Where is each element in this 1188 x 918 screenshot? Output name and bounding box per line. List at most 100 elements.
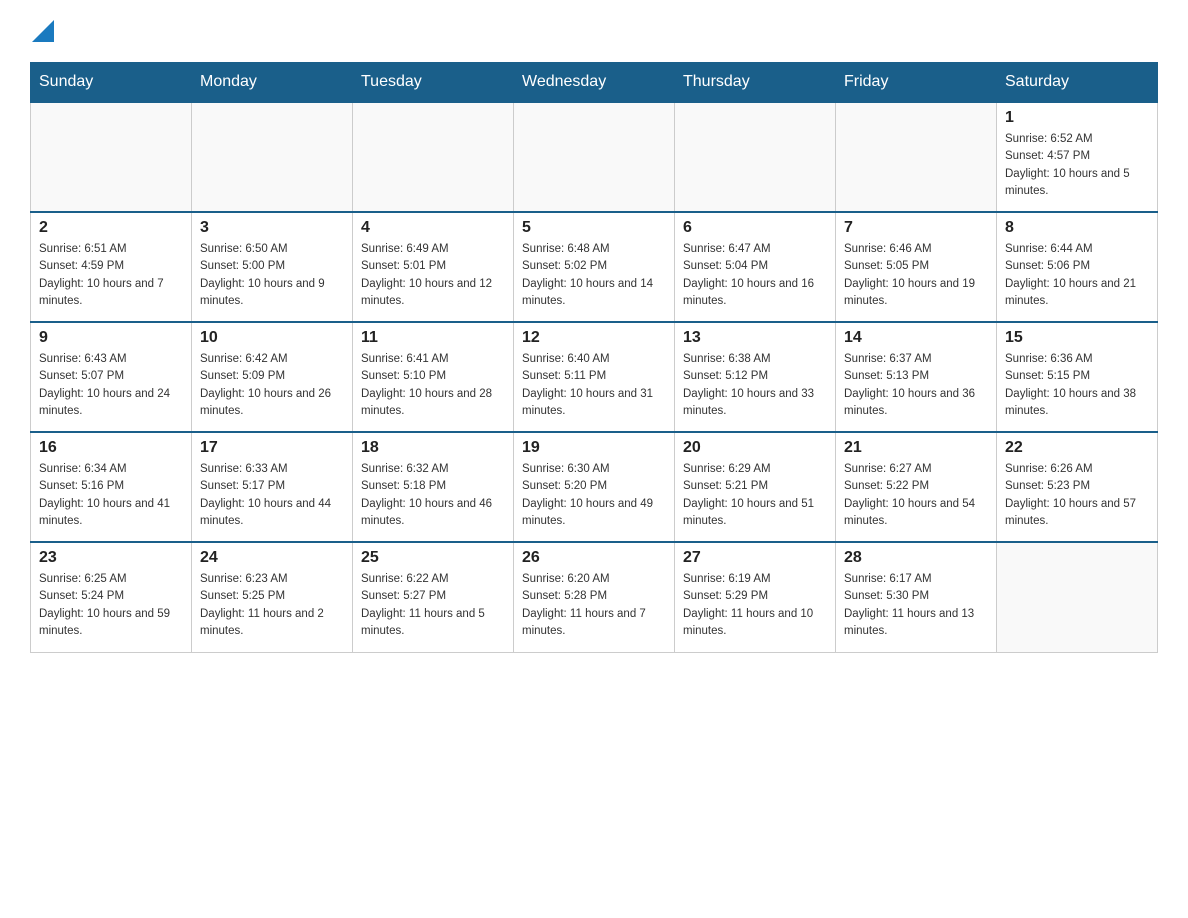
- day-number: 27: [683, 549, 827, 567]
- weekday-header-wednesday: Wednesday: [514, 63, 675, 103]
- day-info: Sunrise: 6:23 AMSunset: 5:25 PMDaylight:…: [200, 571, 344, 640]
- day-info: Sunrise: 6:22 AMSunset: 5:27 PMDaylight:…: [361, 571, 505, 640]
- calendar-cell: 2 Sunrise: 6:51 AMSunset: 4:59 PMDaylight…: [31, 212, 192, 322]
- day-number: 14: [844, 329, 988, 347]
- calendar-cell: 23 Sunrise: 6:25 AMSunset: 5:24 PMDayligh…: [31, 542, 192, 652]
- day-info: Sunrise: 6:33 AMSunset: 5:17 PMDaylight:…: [200, 461, 344, 530]
- day-number: 1: [1005, 109, 1149, 127]
- calendar-cell: 17 Sunrise: 6:33 AMSunset: 5:17 PMDayligh…: [192, 432, 353, 542]
- day-number: 6: [683, 219, 827, 237]
- day-info: Sunrise: 6:41 AMSunset: 5:10 PMDaylight:…: [361, 351, 505, 420]
- day-number: 18: [361, 439, 505, 457]
- weekday-header-monday: Monday: [192, 63, 353, 103]
- day-info: Sunrise: 6:29 AMSunset: 5:21 PMDaylight:…: [683, 461, 827, 530]
- week-row-5: 23 Sunrise: 6:25 AMSunset: 5:24 PMDayligh…: [31, 542, 1158, 652]
- calendar-cell: [31, 102, 192, 212]
- weekday-header-tuesday: Tuesday: [353, 63, 514, 103]
- weekday-header-sunday: Sunday: [31, 63, 192, 103]
- calendar-cell: 19 Sunrise: 6:30 AMSunset: 5:20 PMDayligh…: [514, 432, 675, 542]
- day-info: Sunrise: 6:46 AMSunset: 5:05 PMDaylight:…: [844, 241, 988, 310]
- day-number: 24: [200, 549, 344, 567]
- calendar-cell: 22 Sunrise: 6:26 AMSunset: 5:23 PMDayligh…: [997, 432, 1158, 542]
- day-number: 3: [200, 219, 344, 237]
- day-info: Sunrise: 6:20 AMSunset: 5:28 PMDaylight:…: [522, 571, 666, 640]
- day-info: Sunrise: 6:32 AMSunset: 5:18 PMDaylight:…: [361, 461, 505, 530]
- week-row-4: 16 Sunrise: 6:34 AMSunset: 5:16 PMDayligh…: [31, 432, 1158, 542]
- calendar-cell: 14 Sunrise: 6:37 AMSunset: 5:13 PMDayligh…: [836, 322, 997, 432]
- day-info: Sunrise: 6:37 AMSunset: 5:13 PMDaylight:…: [844, 351, 988, 420]
- day-info: Sunrise: 6:40 AMSunset: 5:11 PMDaylight:…: [522, 351, 666, 420]
- calendar-cell: [675, 102, 836, 212]
- day-info: Sunrise: 6:47 AMSunset: 5:04 PMDaylight:…: [683, 241, 827, 310]
- day-number: 13: [683, 329, 827, 347]
- calendar-cell: 6 Sunrise: 6:47 AMSunset: 5:04 PMDaylight…: [675, 212, 836, 322]
- day-number: 26: [522, 549, 666, 567]
- calendar-cell: [192, 102, 353, 212]
- day-number: 7: [844, 219, 988, 237]
- day-info: Sunrise: 6:36 AMSunset: 5:15 PMDaylight:…: [1005, 351, 1149, 420]
- day-info: Sunrise: 6:34 AMSunset: 5:16 PMDaylight:…: [39, 461, 183, 530]
- day-number: 5: [522, 219, 666, 237]
- day-number: 25: [361, 549, 505, 567]
- day-info: Sunrise: 6:38 AMSunset: 5:12 PMDaylight:…: [683, 351, 827, 420]
- calendar-cell: 8 Sunrise: 6:44 AMSunset: 5:06 PMDaylight…: [997, 212, 1158, 322]
- day-number: 19: [522, 439, 666, 457]
- calendar-cell: 18 Sunrise: 6:32 AMSunset: 5:18 PMDayligh…: [353, 432, 514, 542]
- weekday-header-friday: Friday: [836, 63, 997, 103]
- calendar-table: SundayMondayTuesdayWednesdayThursdayFrid…: [30, 62, 1158, 653]
- day-info: Sunrise: 6:30 AMSunset: 5:20 PMDaylight:…: [522, 461, 666, 530]
- day-number: 28: [844, 549, 988, 567]
- day-info: Sunrise: 6:43 AMSunset: 5:07 PMDaylight:…: [39, 351, 183, 420]
- weekday-header-thursday: Thursday: [675, 63, 836, 103]
- day-info: Sunrise: 6:48 AMSunset: 5:02 PMDaylight:…: [522, 241, 666, 310]
- day-number: 11: [361, 329, 505, 347]
- week-row-1: 1 Sunrise: 6:52 AMSunset: 4:57 PMDaylight…: [31, 102, 1158, 212]
- day-info: Sunrise: 6:51 AMSunset: 4:59 PMDaylight:…: [39, 241, 183, 310]
- page-header: [30, 20, 1158, 42]
- day-number: 15: [1005, 329, 1149, 347]
- calendar-cell: 1 Sunrise: 6:52 AMSunset: 4:57 PMDaylight…: [997, 102, 1158, 212]
- weekday-header-row: SundayMondayTuesdayWednesdayThursdayFrid…: [31, 63, 1158, 103]
- day-number: 17: [200, 439, 344, 457]
- calendar-cell: 11 Sunrise: 6:41 AMSunset: 5:10 PMDayligh…: [353, 322, 514, 432]
- day-number: 4: [361, 219, 505, 237]
- calendar-cell: 7 Sunrise: 6:46 AMSunset: 5:05 PMDaylight…: [836, 212, 997, 322]
- day-number: 21: [844, 439, 988, 457]
- calendar-cell: 28Sunrise: 6:17 AMSunset: 5:30 PMDayligh…: [836, 542, 997, 652]
- calendar-cell: 25 Sunrise: 6:22 AMSunset: 5:27 PMDayligh…: [353, 542, 514, 652]
- day-number: 12: [522, 329, 666, 347]
- day-info: Sunrise: 6:52 AMSunset: 4:57 PMDaylight:…: [1005, 131, 1149, 200]
- calendar-cell: 26 Sunrise: 6:20 AMSunset: 5:28 PMDayligh…: [514, 542, 675, 652]
- calendar-cell: 27 Sunrise: 6:19 AMSunset: 5:29 PMDayligh…: [675, 542, 836, 652]
- calendar-cell: 10Sunrise: 6:42 AMSunset: 5:09 PMDayligh…: [192, 322, 353, 432]
- week-row-2: 2 Sunrise: 6:51 AMSunset: 4:59 PMDaylight…: [31, 212, 1158, 322]
- day-info: Sunrise: 6:49 AMSunset: 5:01 PMDaylight:…: [361, 241, 505, 310]
- calendar-cell: [836, 102, 997, 212]
- calendar-cell: 15 Sunrise: 6:36 AMSunset: 5:15 PMDayligh…: [997, 322, 1158, 432]
- day-info: Sunrise: 6:19 AMSunset: 5:29 PMDaylight:…: [683, 571, 827, 640]
- day-number: 16: [39, 439, 183, 457]
- day-number: 22: [1005, 439, 1149, 457]
- calendar-cell: 5 Sunrise: 6:48 AMSunset: 5:02 PMDaylight…: [514, 212, 675, 322]
- calendar-cell: 4 Sunrise: 6:49 AMSunset: 5:01 PMDaylight…: [353, 212, 514, 322]
- logo: [30, 20, 54, 42]
- day-info: Sunrise: 6:26 AMSunset: 5:23 PMDaylight:…: [1005, 461, 1149, 530]
- day-number: 20: [683, 439, 827, 457]
- day-info: Sunrise: 6:27 AMSunset: 5:22 PMDaylight:…: [844, 461, 988, 530]
- calendar-cell: 9 Sunrise: 6:43 AMSunset: 5:07 PMDaylight…: [31, 322, 192, 432]
- calendar-cell: 20 Sunrise: 6:29 AMSunset: 5:21 PMDayligh…: [675, 432, 836, 542]
- logo-triangle-icon: [32, 20, 54, 42]
- day-info: Sunrise: 6:25 AMSunset: 5:24 PMDaylight:…: [39, 571, 183, 640]
- weekday-header-saturday: Saturday: [997, 63, 1158, 103]
- day-info: Sunrise: 6:42 AMSunset: 5:09 PMDaylight:…: [200, 351, 344, 420]
- day-number: 8: [1005, 219, 1149, 237]
- day-info: Sunrise: 6:44 AMSunset: 5:06 PMDaylight:…: [1005, 241, 1149, 310]
- day-number: 9: [39, 329, 183, 347]
- calendar-cell: 13 Sunrise: 6:38 AMSunset: 5:12 PMDayligh…: [675, 322, 836, 432]
- day-number: 2: [39, 219, 183, 237]
- calendar-cell: 12 Sunrise: 6:40 AMSunset: 5:11 PMDayligh…: [514, 322, 675, 432]
- calendar-cell: [997, 542, 1158, 652]
- calendar-cell: [353, 102, 514, 212]
- calendar-cell: 24 Sunrise: 6:23 AMSunset: 5:25 PMDayligh…: [192, 542, 353, 652]
- day-number: 23: [39, 549, 183, 567]
